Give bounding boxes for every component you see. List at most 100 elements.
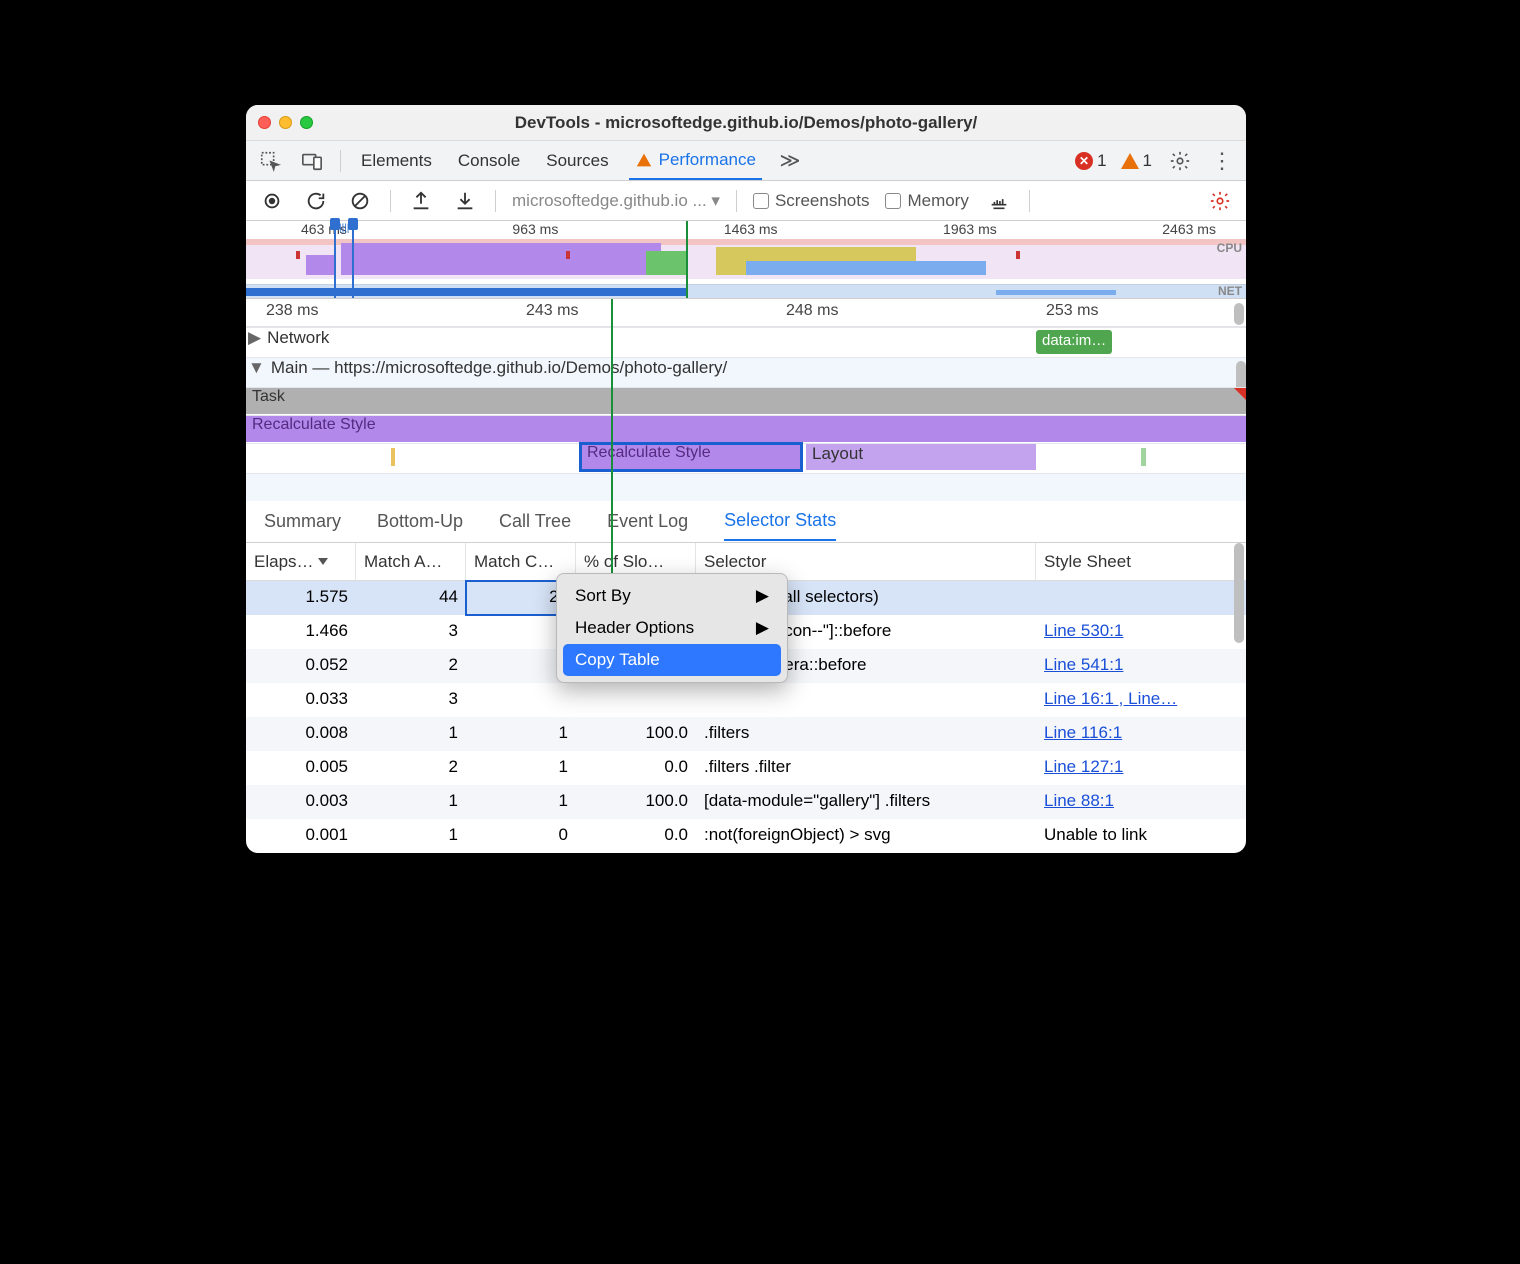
tab-sources[interactable]: Sources: [540, 143, 614, 179]
warning-icon: [1121, 153, 1139, 169]
cell-elapsed: 1.466: [246, 615, 356, 649]
flame-chart[interactable]: ▶Network data:im… ▼ Main — https://micros…: [246, 327, 1246, 501]
ruler-tick: 253 ms: [1046, 302, 1098, 320]
collapse-icon: ▼: [248, 358, 265, 378]
event-bar[interactable]: [1141, 448, 1146, 466]
window-title: DevTools - microsoftedge.github.io/Demos…: [246, 113, 1246, 133]
cell-pct-slow: 100.0: [576, 785, 696, 819]
cell-match-attempts: 1: [356, 819, 466, 853]
task-bar[interactable]: Task: [246, 388, 1246, 414]
recalculate-style-bar-selected[interactable]: Recalculate Style: [581, 444, 801, 470]
tab-label: Performance: [659, 150, 756, 170]
cell-elapsed: 1.575: [246, 581, 356, 615]
event-bar[interactable]: [391, 448, 395, 466]
timeline-overview[interactable]: 463 ms 963 ms 1463 ms 1963 ms 2463 ms CP…: [246, 221, 1246, 299]
cell-stylesheet: Line 88:1: [1036, 785, 1216, 819]
table-row[interactable]: 0.001100.0:not(foreignObject) > svgUnabl…: [246, 819, 1246, 853]
record-button[interactable]: [258, 187, 286, 215]
overview-tick: 1963 ms: [943, 221, 997, 237]
tab-label: Sources: [546, 151, 608, 171]
detail-ruler[interactable]: 238 ms 243 ms 248 ms 253 ms: [246, 299, 1246, 327]
table-row[interactable]: 0.00311100.0[data-module="gallery"] .fil…: [246, 785, 1246, 819]
cell-selector: :not(foreignObject) > svg: [696, 819, 1036, 853]
track-label: Main — https://microsoftedge.github.io/D…: [271, 358, 727, 377]
screenshots-checkbox[interactable]: Screenshots: [753, 191, 870, 211]
stylesheet-link[interactable]: Line 541:1: [1044, 655, 1123, 674]
error-count[interactable]: ✕ 1: [1075, 151, 1106, 171]
track-label: Network: [267, 328, 329, 347]
selector-stats-table: Elaps… Match A… Match C… % of Slo… Selec…: [246, 543, 1246, 853]
main-track-header[interactable]: ▼ Main — https://microsoftedge.github.io/…: [246, 357, 1246, 387]
col-header-match-attempts[interactable]: Match A…: [356, 543, 466, 580]
stylesheet-link[interactable]: Line 116:1: [1044, 723, 1122, 742]
kebab-menu-icon[interactable]: ⋮: [1208, 147, 1236, 175]
submenu-arrow-icon: ▶: [756, 618, 769, 638]
tab-selector-stats[interactable]: Selector Stats: [724, 502, 836, 541]
cell-pct-slow: 0.0: [576, 819, 696, 853]
memory-checkbox[interactable]: Memory: [885, 191, 968, 211]
scrollbar-thumb[interactable]: [1234, 303, 1244, 325]
warning-count[interactable]: 1: [1121, 151, 1152, 171]
main-tab-strip: Elements Console Sources Performance ≫ ✕…: [246, 141, 1246, 181]
tab-performance[interactable]: Performance: [629, 142, 762, 180]
cell-match-attempts: 1: [356, 717, 466, 751]
cell-match-count: [466, 683, 576, 717]
col-header-stylesheet[interactable]: Style Sheet: [1036, 543, 1216, 580]
cell-match-attempts: 2: [356, 751, 466, 785]
submenu-arrow-icon: ▶: [756, 586, 769, 606]
stylesheet-link[interactable]: Line 127:1: [1044, 757, 1123, 776]
reload-record-button[interactable]: [302, 187, 330, 215]
table-row[interactable]: 0.0333Line 16:1 , Line…: [246, 683, 1246, 717]
recalculate-style-bar[interactable]: Recalculate Style: [246, 416, 1246, 442]
tab-event-log[interactable]: Event Log: [607, 503, 688, 540]
cell-pct-slow: 100.0: [576, 717, 696, 751]
ruler-tick: 238 ms: [266, 302, 318, 320]
error-count-value: 1: [1097, 151, 1106, 171]
tab-label: Elements: [361, 151, 432, 171]
cell-selector: .filters .filter: [696, 751, 1036, 785]
upload-icon[interactable]: [407, 187, 435, 215]
tab-bottom-up[interactable]: Bottom-Up: [377, 503, 463, 540]
devtools-window: DevTools - microsoftedge.github.io/Demos…: [246, 105, 1246, 853]
capture-settings-icon[interactable]: [1206, 187, 1234, 215]
tab-summary[interactable]: Summary: [264, 503, 341, 540]
garbage-collect-icon[interactable]: [985, 187, 1013, 215]
cell-stylesheet: Line 541:1: [1036, 649, 1216, 683]
more-tabs-button[interactable]: ≫: [776, 147, 804, 175]
cell-match-attempts: 44: [356, 581, 466, 615]
recording-dropdown[interactable]: microsoftedge.github.io ... ▾: [512, 191, 720, 211]
stylesheet-link[interactable]: Line 16:1 , Line…: [1044, 689, 1177, 708]
table-row[interactable]: 0.00811100.0.filtersLine 116:1: [246, 717, 1246, 751]
network-track-header[interactable]: ▶Network data:im…: [246, 327, 1246, 357]
settings-icon[interactable]: [1166, 147, 1194, 175]
cell-stylesheet: [1036, 581, 1216, 615]
clear-button[interactable]: [346, 187, 374, 215]
tab-elements[interactable]: Elements: [355, 143, 438, 179]
titlebar: DevTools - microsoftedge.github.io/Demos…: [246, 105, 1246, 141]
menu-item-sort-by[interactable]: Sort By▶: [563, 580, 781, 612]
tab-console[interactable]: Console: [452, 143, 526, 179]
cell-elapsed: 0.001: [246, 819, 356, 853]
stylesheet-link[interactable]: Line 88:1: [1044, 791, 1114, 810]
col-header-elapsed[interactable]: Elaps…: [246, 543, 356, 580]
device-toolbar-icon[interactable]: [298, 147, 326, 175]
perf-toolbar: microsoftedge.github.io ... ▾ Screenshot…: [246, 181, 1246, 221]
overview-tick: 963 ms: [512, 221, 558, 237]
overview-tick: 1463 ms: [724, 221, 778, 237]
stylesheet-link[interactable]: Line 530:1: [1044, 621, 1123, 640]
ruler-tick: 243 ms: [526, 302, 578, 320]
download-icon[interactable]: [451, 187, 479, 215]
scrollbar-thumb[interactable]: [1234, 543, 1244, 643]
net-label: NET: [1218, 284, 1242, 298]
warning-count-value: 1: [1143, 151, 1152, 171]
cell-elapsed: 0.003: [246, 785, 356, 819]
tab-call-tree[interactable]: Call Tree: [499, 503, 571, 540]
chevron-down-icon: ▾: [711, 191, 720, 210]
cell-pct-slow: 0.0: [576, 751, 696, 785]
table-row[interactable]: 0.005210.0.filters .filterLine 127:1: [246, 751, 1246, 785]
network-request-pill[interactable]: data:im…: [1036, 330, 1112, 354]
menu-item-header-options[interactable]: Header Options▶: [563, 612, 781, 644]
layout-bar[interactable]: Layout: [806, 444, 1036, 470]
menu-item-copy-table[interactable]: Copy Table: [563, 644, 781, 676]
inspect-icon[interactable]: [256, 147, 284, 175]
